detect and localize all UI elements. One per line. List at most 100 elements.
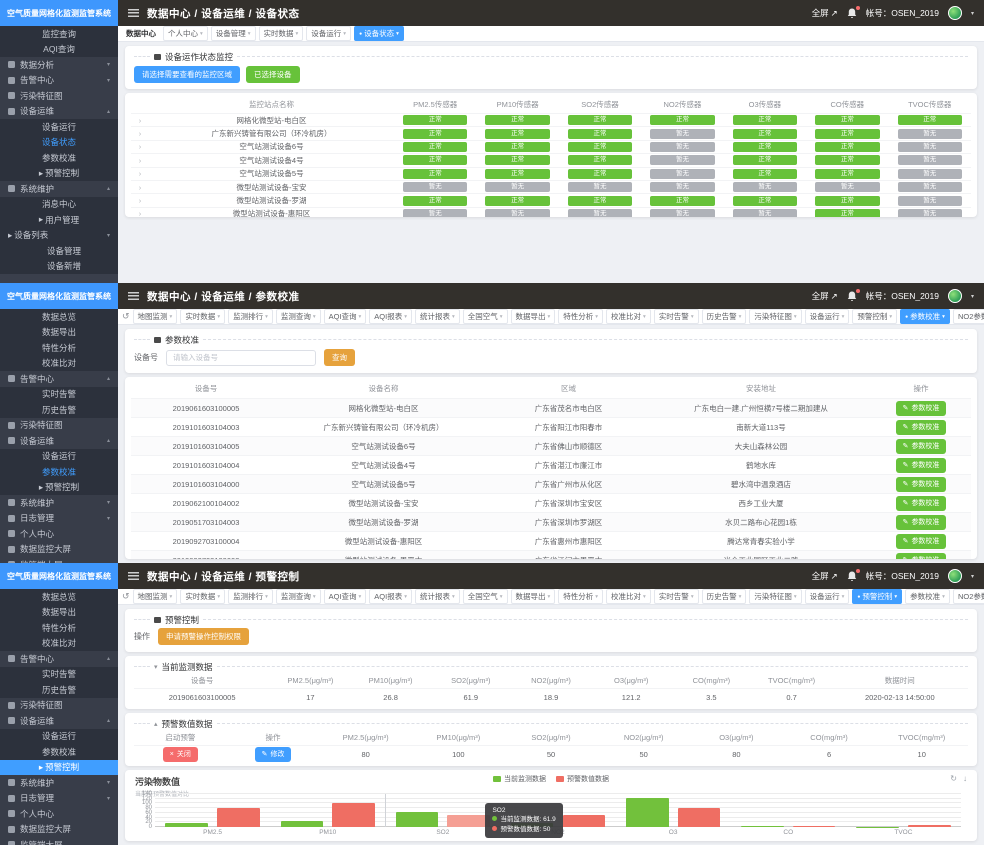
tab[interactable]: 校准比对▾ [606, 589, 651, 604]
tab[interactable]: 统计报表▾ [415, 309, 460, 324]
sidebar-item[interactable]: AQI查询 [0, 42, 118, 58]
collapse-caret-icon[interactable]: ▴ [154, 720, 158, 728]
tab-scroll-icon[interactable]: ↺ [122, 311, 130, 322]
sidebar-item[interactable]: 污染特征图 [0, 698, 118, 714]
tab[interactable]: 全国空气▾ [463, 589, 508, 604]
calibrate-button[interactable]: ✎参数校准 [896, 553, 947, 560]
notifications-icon[interactable] [847, 8, 857, 19]
sidebar-item[interactable]: 设备运行 [0, 729, 118, 745]
calibrate-button[interactable]: ✎参数校准 [896, 534, 947, 549]
sidebar-item[interactable]: 数据导出 [0, 605, 118, 621]
tab[interactable]: 校准比对▾ [606, 309, 651, 324]
sidebar-item[interactable]: ▸预警控制 [0, 760, 118, 776]
sidebar-item[interactable]: 设备运行 [0, 119, 118, 135]
sidebar-item[interactable]: 设备运维▴ [0, 433, 118, 449]
tab[interactable]: 数据导出▾ [511, 589, 556, 604]
sidebar-item[interactable]: 个人中心 [0, 526, 118, 542]
fullscreen-button[interactable]: 全屏↗ [812, 570, 838, 582]
sidebar-item[interactable]: ▸预警控制 [0, 480, 118, 496]
sidebar-item[interactable]: 系统维护▾ [0, 775, 118, 791]
permission-button[interactable]: 申请预警操作控制权限 [158, 628, 249, 645]
sidebar-item[interactable]: 污染特征图 [0, 418, 118, 434]
sidebar-item[interactable]: ▸设备列表▾ [0, 228, 118, 244]
tab[interactable]: AQI报表▾ [369, 309, 412, 324]
selected-device-button[interactable]: 已选择设备 [246, 66, 300, 83]
sidebar-item[interactable]: 数据监控大屏 [0, 542, 118, 558]
query-button[interactable]: 查询 [324, 349, 355, 366]
calibrate-button[interactable]: ✎参数校准 [896, 515, 947, 530]
tab[interactable]: 参数校准▾ [905, 589, 950, 604]
sidebar-item[interactable]: 历史告警 [0, 402, 118, 418]
tab-scroll-icon[interactable]: ↺ [122, 591, 130, 602]
tab[interactable]: NO2参数校准▾ [953, 309, 984, 324]
menu-toggle-icon[interactable] [128, 9, 139, 17]
tab[interactable]: 特性分析▾ [558, 309, 603, 324]
tab[interactable]: 历史告警▾ [702, 309, 747, 324]
tab[interactable]: 个人中心▾ [163, 26, 208, 41]
tab[interactable]: 实时告警▾ [654, 589, 699, 604]
tab[interactable]: 数据中心 [122, 27, 160, 40]
user-menu-caret-icon[interactable]: ▾ [971, 10, 974, 17]
sidebar-item[interactable]: 污染特征图 [0, 88, 118, 104]
user-menu-caret-icon[interactable]: ▾ [971, 293, 974, 300]
tab[interactable]: 数据导出▾ [511, 309, 556, 324]
tab[interactable]: ●预警控制▾ [852, 589, 902, 604]
avatar[interactable] [948, 569, 962, 583]
sidebar-item[interactable]: ▸预警控制 [0, 166, 118, 182]
sidebar-item[interactable]: 系统维护▴ [0, 181, 118, 197]
refresh-icon[interactable]: ↻ [950, 774, 957, 783]
sidebar-item[interactable]: 系统维护▾ [0, 495, 118, 511]
calibrate-button[interactable]: ✎参数校准 [896, 496, 947, 511]
tab[interactable]: AQI报表▾ [369, 589, 412, 604]
notifications-icon[interactable] [847, 291, 857, 302]
download-icon[interactable]: ↓ [963, 774, 967, 783]
sidebar-item[interactable]: 数据总览 [0, 589, 118, 605]
sidebar-item[interactable]: 告警中心▴ [0, 651, 118, 667]
row-expand-icon[interactable]: › [131, 156, 149, 165]
sidebar-item[interactable]: 个人中心 [0, 806, 118, 822]
sidebar-item[interactable]: 数据监控大屏 [0, 822, 118, 838]
sidebar-item[interactable]: 设备管理 [0, 243, 118, 259]
close-warning-button[interactable]: ×关闭 [163, 747, 198, 762]
sidebar-item[interactable]: 参数校准 [0, 464, 118, 480]
tab[interactable]: ●参数校准▾ [900, 309, 950, 324]
sidebar-item[interactable]: 设备运行 [0, 449, 118, 465]
tab[interactable]: 监测查询▾ [276, 589, 321, 604]
sidebar-item[interactable]: 日志管理▾ [0, 511, 118, 527]
sidebar-item[interactable]: 历史告警 [0, 682, 118, 698]
legend-item[interactable]: 预警数值数据 [556, 774, 609, 784]
tab[interactable]: 设备管理▾ [211, 26, 256, 41]
collapse-caret-icon[interactable]: ▾ [154, 663, 158, 671]
sidebar-item[interactable]: ▸用户管理 [0, 212, 118, 228]
sidebar-item[interactable]: 特性分析 [0, 340, 118, 356]
user-menu-caret-icon[interactable]: ▾ [971, 573, 974, 580]
sidebar-item[interactable]: 设备新增 [0, 259, 118, 275]
row-expand-icon[interactable]: › [131, 116, 149, 125]
tab[interactable]: NO2参数校准▾ [953, 589, 984, 604]
tab[interactable]: 特性分析▾ [558, 589, 603, 604]
avatar[interactable] [948, 6, 962, 20]
tab[interactable]: 历史告警▾ [702, 589, 747, 604]
tab[interactable]: 实时告警▾ [654, 309, 699, 324]
tab[interactable]: 统计报表▾ [415, 589, 460, 604]
tab[interactable]: 设备运行▾ [805, 309, 850, 324]
row-expand-icon[interactable]: › [131, 196, 149, 205]
sidebar-item[interactable]: 校准比对 [0, 636, 118, 652]
tab[interactable]: 监测查询▾ [276, 309, 321, 324]
row-expand-icon[interactable]: › [131, 169, 149, 178]
tab[interactable]: 实时数据▾ [180, 589, 225, 604]
tab[interactable]: 污染特征图▾ [749, 309, 801, 324]
tab[interactable]: 实时数据▾ [180, 309, 225, 324]
row-expand-icon[interactable]: › [131, 183, 149, 192]
tab[interactable]: 监测排行▾ [228, 589, 273, 604]
sidebar-item[interactable]: 消息中心 [0, 197, 118, 213]
legend-item[interactable]: 当前监测数据 [493, 774, 546, 784]
sidebar-item[interactable]: 数据导出 [0, 325, 118, 341]
row-expand-icon[interactable]: › [131, 209, 149, 217]
tab[interactable]: 设备运行▾ [306, 26, 351, 41]
sidebar-item[interactable]: 参数校准 [0, 150, 118, 166]
sidebar-item[interactable]: 特性分析 [0, 620, 118, 636]
sidebar-item[interactable]: 告警中心▴ [0, 371, 118, 387]
sidebar-item[interactable]: 日志管理▾ [0, 791, 118, 807]
calibrate-button[interactable]: ✎参数校准 [896, 420, 947, 435]
